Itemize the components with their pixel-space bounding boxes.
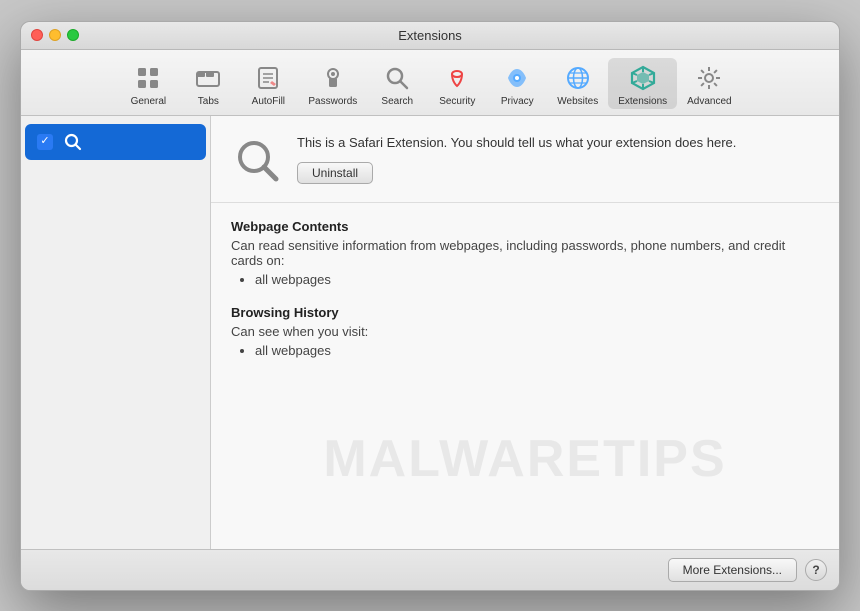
permission-group-browsing-history: Browsing History Can see when you visit:… (231, 305, 819, 358)
autofill-label: AutoFill (252, 96, 285, 107)
webpage-contents-item: all webpages (255, 272, 819, 287)
extension-info-text: This is a Safari Extension. You should t… (297, 134, 819, 184)
checkmark-icon: ✓ (40, 136, 49, 147)
toolbar-item-privacy[interactable]: Privacy (487, 58, 547, 109)
websites-icon (562, 62, 594, 94)
webpage-contents-desc: Can read sensitive information from webp… (231, 238, 819, 268)
browsing-history-title: Browsing History (231, 305, 819, 320)
permissions-section: Webpage Contents Can read sensitive info… (211, 203, 839, 549)
toolbar-item-websites[interactable]: Websites (547, 58, 608, 109)
toolbar-item-autofill[interactable]: AutoFill (238, 58, 298, 109)
toolbar-item-search[interactable]: Search (367, 58, 427, 109)
tabs-icon (192, 62, 224, 94)
toolbar-item-tabs[interactable]: Tabs (178, 58, 238, 109)
window-controls (31, 29, 79, 41)
close-button[interactable] (31, 29, 43, 41)
browsing-history-item: all webpages (255, 343, 819, 358)
permission-group-webpage-contents: Webpage Contents Can read sensitive info… (231, 219, 819, 287)
minimize-button[interactable] (49, 29, 61, 41)
toolbar-item-passwords[interactable]: Passwords (298, 58, 367, 109)
safari-preferences-window: Extensions General (20, 21, 840, 591)
browsing-history-desc: Can see when you visit: (231, 324, 819, 339)
search-label: Search (381, 96, 413, 107)
extensions-main-panel: MALWARETIPS This is a Safari Extension. … (211, 116, 839, 549)
advanced-label: Advanced (687, 96, 731, 107)
webpage-contents-list: all webpages (231, 272, 819, 287)
maximize-button[interactable] (67, 29, 79, 41)
uninstall-button[interactable]: Uninstall (297, 162, 373, 184)
extension-big-icon (231, 134, 283, 186)
more-extensions-button[interactable]: More Extensions... (668, 558, 797, 582)
content-area: ✓ MALWARETIPS (21, 116, 839, 549)
passwords-label: Passwords (308, 96, 357, 107)
help-button[interactable]: ? (805, 559, 827, 581)
extension-search-icon (61, 130, 85, 154)
titlebar: Extensions (21, 22, 839, 50)
passwords-icon (317, 62, 349, 94)
window-title: Extensions (398, 28, 462, 43)
extensions-icon (627, 62, 659, 94)
search-toolbar-icon (381, 62, 413, 94)
extension-description: This is a Safari Extension. You should t… (297, 134, 819, 152)
toolbar-item-extensions[interactable]: Extensions (608, 58, 677, 109)
extensions-sidebar: ✓ (21, 116, 211, 549)
websites-label: Websites (557, 96, 598, 107)
toolbar: General Tabs (21, 50, 839, 116)
toolbar-item-security[interactable]: Security (427, 58, 487, 109)
footer: More Extensions... ? (21, 549, 839, 590)
extension-enabled-checkbox[interactable]: ✓ (37, 134, 53, 150)
extensions-label: Extensions (618, 96, 667, 107)
general-label: General (131, 96, 167, 107)
general-icon (132, 62, 164, 94)
advanced-icon (693, 62, 725, 94)
tabs-label: Tabs (198, 96, 219, 107)
extension-info-section: This is a Safari Extension. You should t… (211, 116, 839, 203)
privacy-label: Privacy (501, 96, 534, 107)
webpage-contents-title: Webpage Contents (231, 219, 819, 234)
toolbar-item-advanced[interactable]: Advanced (677, 58, 741, 109)
toolbar-item-general[interactable]: General (118, 58, 178, 109)
security-label: Security (439, 96, 475, 107)
sidebar-item-search-ext[interactable]: ✓ (25, 124, 206, 160)
browsing-history-list: all webpages (231, 343, 819, 358)
security-icon (441, 62, 473, 94)
toolbar-items: General Tabs (118, 58, 741, 109)
privacy-icon (501, 62, 533, 94)
autofill-icon (252, 62, 284, 94)
